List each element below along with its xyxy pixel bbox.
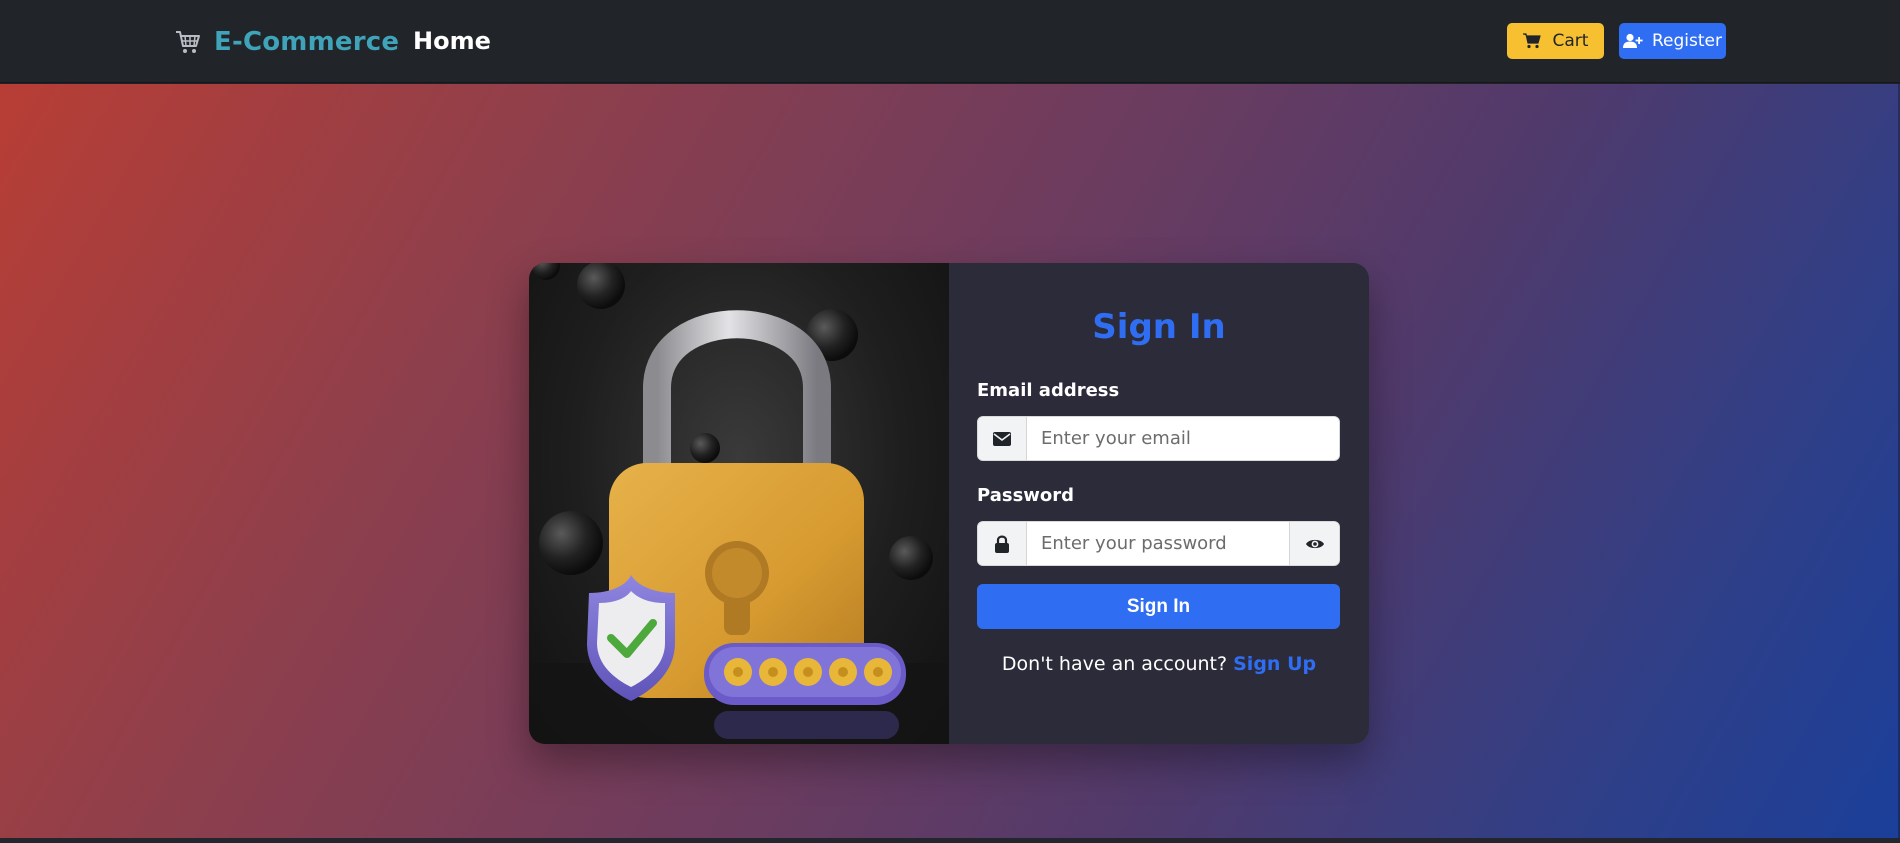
sign-in-button[interactable]: Sign In — [977, 584, 1340, 629]
cart-button[interactable]: Cart — [1507, 23, 1604, 59]
sign-up-link[interactable]: Sign Up — [1233, 653, 1316, 675]
password-input-group — [977, 521, 1340, 566]
brand-name: E-Commerce — [214, 27, 400, 57]
email-label: Email address — [977, 380, 1120, 401]
navbar: E-Commerce Home Cart Register — [0, 0, 1900, 83]
email-field[interactable] — [1027, 417, 1339, 460]
brand-link[interactable]: E-Commerce — [174, 24, 399, 60]
register-label: Register — [1652, 31, 1722, 51]
cart-icon — [1522, 33, 1541, 49]
envelope-icon — [978, 417, 1027, 460]
cart-label: Cart — [1552, 31, 1589, 51]
shopping-cart-icon — [176, 31, 200, 53]
nav-link-home[interactable]: Home — [413, 27, 491, 55]
bottom-strip — [0, 838, 1900, 843]
email-input-group — [977, 416, 1340, 461]
user-plus-icon — [1623, 33, 1643, 48]
signup-prompt: Don't have an account? Sign Up — [949, 653, 1369, 675]
password-field[interactable] — [1027, 522, 1289, 565]
signup-text: Don't have an account? — [1001, 653, 1228, 675]
register-button[interactable]: Register — [1619, 23, 1726, 59]
eye-icon[interactable] — [1289, 522, 1339, 565]
password-label: Password — [977, 485, 1075, 506]
lock-icon — [978, 522, 1027, 565]
